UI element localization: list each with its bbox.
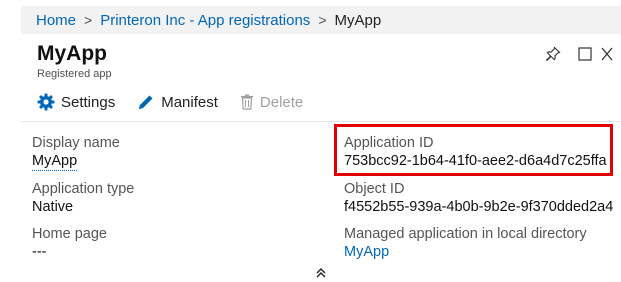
managed-app-link[interactable]: MyApp bbox=[344, 243, 587, 261]
pencil-icon bbox=[139, 95, 153, 109]
breadcrumb-current: MyApp bbox=[334, 11, 382, 29]
display-name-label: Display name bbox=[32, 135, 120, 151]
page-subtitle: Registered app bbox=[37, 68, 112, 80]
home-page-value: --- bbox=[32, 244, 47, 260]
window-controls bbox=[537, 44, 621, 64]
toolbar-divider bbox=[21, 121, 621, 122]
close-icon[interactable] bbox=[601, 44, 621, 64]
managed-app-property: Managed application in local directory M… bbox=[344, 225, 587, 261]
breadcrumb-app-registrations[interactable]: Printeron Inc - App registrations bbox=[100, 12, 310, 29]
display-name-property: Display name MyApp bbox=[32, 134, 120, 171]
object-id-property: Object ID f4552b55-939a-4b0b-9b2e-9f370d… bbox=[344, 180, 613, 216]
settings-button[interactable]: Settings bbox=[37, 93, 115, 111]
delete-label: Delete bbox=[259, 93, 304, 111]
trash-icon bbox=[240, 94, 253, 110]
application-type-property: Application type Native bbox=[32, 180, 134, 216]
home-page-property: Home page --- bbox=[32, 225, 107, 261]
maximize-icon[interactable] bbox=[569, 44, 601, 64]
home-page-label: Home page bbox=[32, 226, 107, 242]
manifest-label: Manifest bbox=[161, 93, 218, 111]
object-id-label: Object ID bbox=[344, 181, 405, 197]
delete-button[interactable]: Delete bbox=[240, 94, 303, 111]
double-chevron-up-icon bbox=[316, 268, 326, 278]
page-title: MyApp bbox=[37, 42, 107, 65]
breadcrumb-home[interactable]: Home bbox=[36, 12, 76, 29]
gear-icon bbox=[37, 93, 55, 111]
manifest-button[interactable]: Manifest bbox=[137, 93, 218, 111]
display-name-value[interactable]: MyApp bbox=[32, 153, 78, 171]
blade-header: MyApp Registered app bbox=[37, 42, 112, 80]
breadcrumb-separator: > bbox=[318, 12, 327, 28]
breadcrumb-separator: > bbox=[84, 12, 93, 28]
breadcrumb: Home > Printeron Inc - App registrations… bbox=[21, 6, 621, 34]
application-type-label: Application type bbox=[32, 181, 135, 197]
settings-label: Settings bbox=[61, 93, 116, 111]
object-id-value[interactable]: f4552b55-939a-4b0b-9b2e-9f370dded2a4 bbox=[344, 198, 613, 216]
collapse-essentials-button[interactable] bbox=[314, 266, 328, 282]
managed-app-label: Managed application in local directory bbox=[344, 226, 587, 242]
application-type-value: Native bbox=[32, 199, 74, 215]
toolbar: Settings Manifest Delete bbox=[37, 93, 325, 111]
highlight-box bbox=[334, 124, 613, 176]
pin-icon[interactable] bbox=[537, 44, 569, 64]
